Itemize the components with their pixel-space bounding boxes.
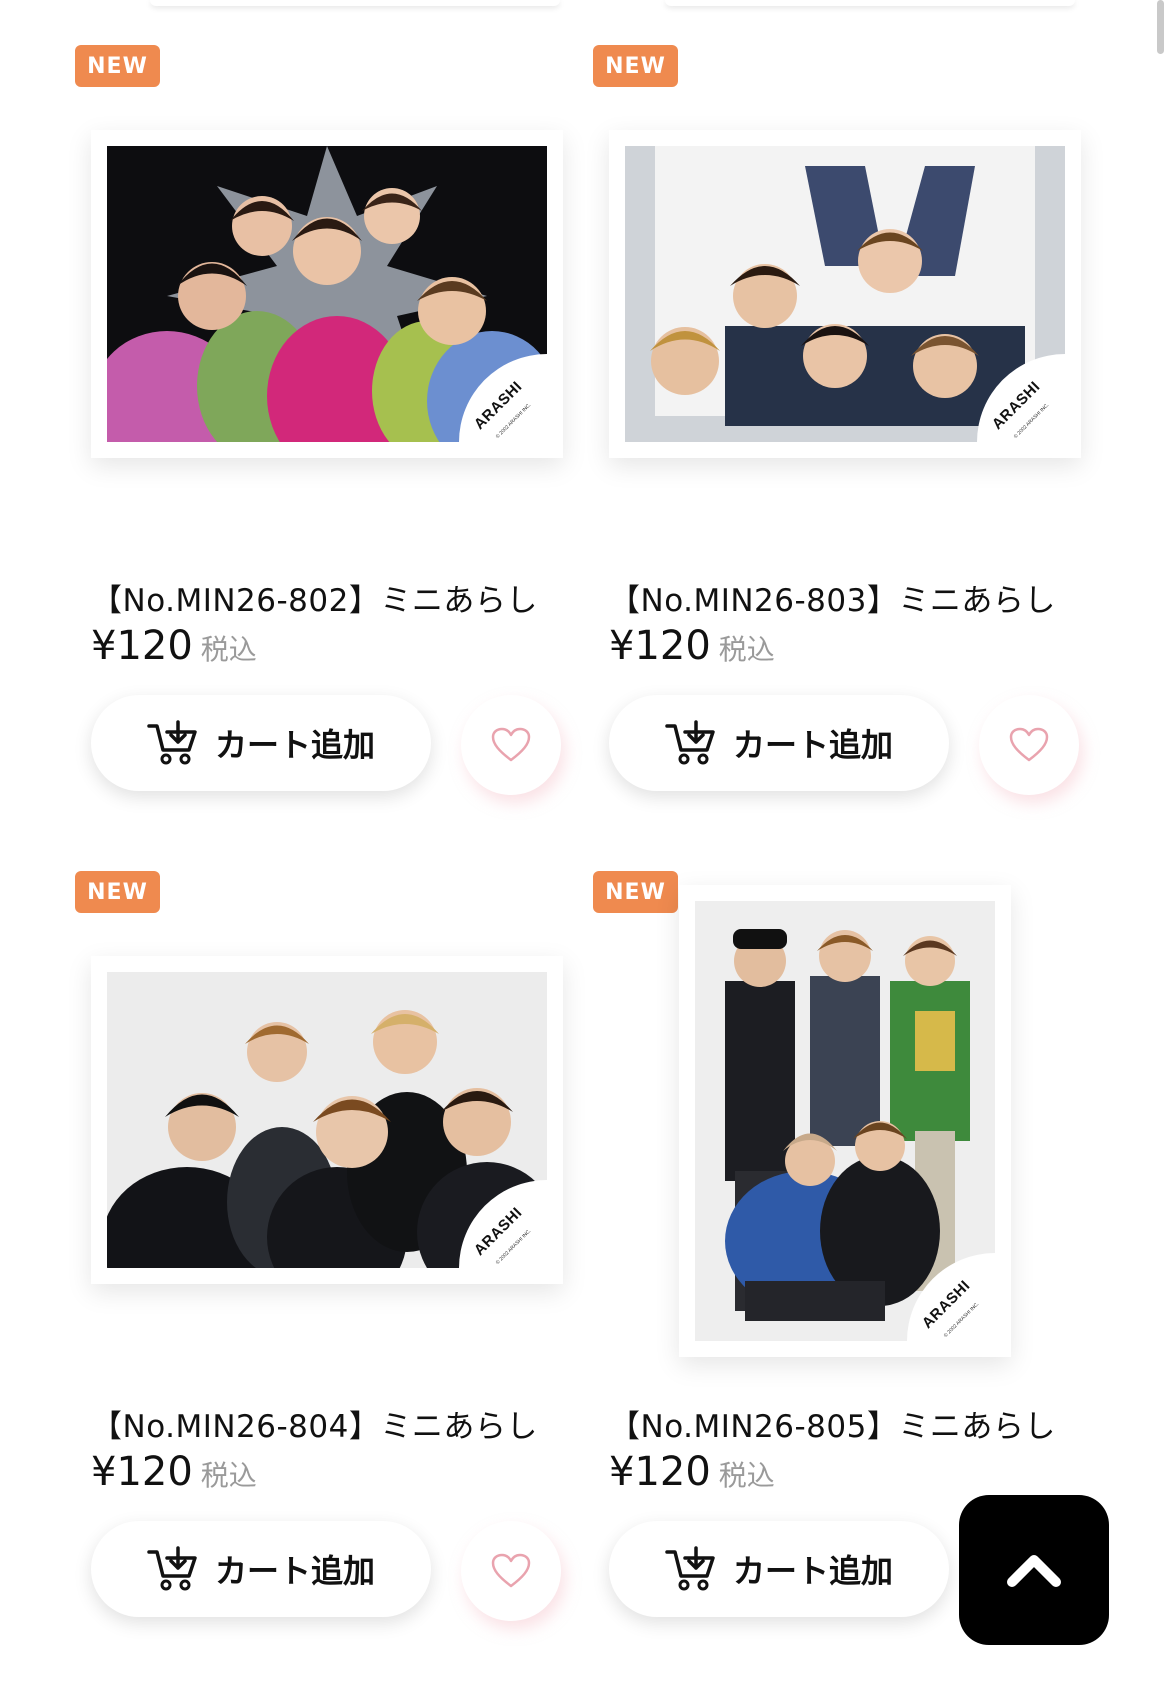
add-to-cart-button[interactable]: カート追加	[91, 695, 431, 791]
previous-card-edge	[150, 0, 560, 6]
add-to-cart-button[interactable]: カート追加	[91, 1521, 431, 1617]
new-badge: NEW	[75, 45, 160, 87]
product-title[interactable]: 【No.MIN26-803】ミニあらし	[609, 575, 1056, 620]
heart-outline-icon	[491, 727, 531, 762]
cart-button-label: カート追加	[732, 726, 893, 764]
price-amount: ¥120	[609, 1449, 711, 1495]
new-badge: NEW	[593, 871, 678, 913]
cart-button-label: カート追加	[214, 726, 375, 764]
chevron-up-icon	[1007, 1555, 1061, 1587]
favorite-button[interactable]	[461, 695, 561, 795]
favorite-button[interactable]	[979, 695, 1079, 795]
product-price: ¥120 税込	[91, 1449, 257, 1495]
product-price: ¥120 税込	[91, 623, 257, 669]
price-amount: ¥120	[91, 623, 193, 669]
price-amount: ¥120	[91, 1449, 193, 1495]
product-title[interactable]: 【No.MIN26-805】ミニあらし	[609, 1401, 1056, 1446]
cart-add-icon	[665, 1546, 715, 1591]
new-badge: NEW	[593, 45, 678, 87]
cart-add-icon	[665, 720, 715, 765]
tax-label: 税込	[200, 633, 257, 666]
cart-button-label: カート追加	[732, 1552, 893, 1590]
previous-card-edge	[665, 0, 1075, 6]
tax-label: 税込	[718, 1459, 775, 1492]
product-price: ¥120 税込	[609, 623, 775, 669]
product-price: ¥120 税込	[609, 1449, 775, 1495]
cart-add-icon	[147, 1546, 197, 1591]
scroll-to-top-button[interactable]	[959, 1495, 1109, 1645]
add-to-cart-button[interactable]: カート追加	[609, 695, 949, 791]
product-title[interactable]: 【No.MIN26-804】ミニあらし	[91, 1401, 538, 1446]
add-to-cart-button[interactable]: カート追加	[609, 1521, 949, 1617]
price-amount: ¥120	[609, 623, 711, 669]
product-photo[interactable]: ARASHI © 2002 ARASHI INC.	[91, 130, 563, 458]
product-photo[interactable]: ARASHI © 2002 ARASHI INC.	[679, 885, 1011, 1357]
product-title[interactable]: 【No.MIN26-802】ミニあらし	[91, 575, 538, 620]
heart-outline-icon	[1009, 727, 1049, 762]
product-photo[interactable]: ARASHI © 2002 ARASHI INC.	[91, 956, 563, 1284]
tax-label: 税込	[718, 633, 775, 666]
new-badge: NEW	[75, 871, 160, 913]
scrollbar-thumb[interactable]	[1157, 0, 1164, 54]
favorite-button[interactable]	[461, 1521, 561, 1621]
product-photo[interactable]: ARASHI © 2002 ARASHI INC.	[609, 130, 1081, 458]
cart-button-label: カート追加	[214, 1552, 375, 1590]
tax-label: 税込	[200, 1459, 257, 1492]
cart-add-icon	[147, 720, 197, 765]
heart-outline-icon	[491, 1553, 531, 1588]
